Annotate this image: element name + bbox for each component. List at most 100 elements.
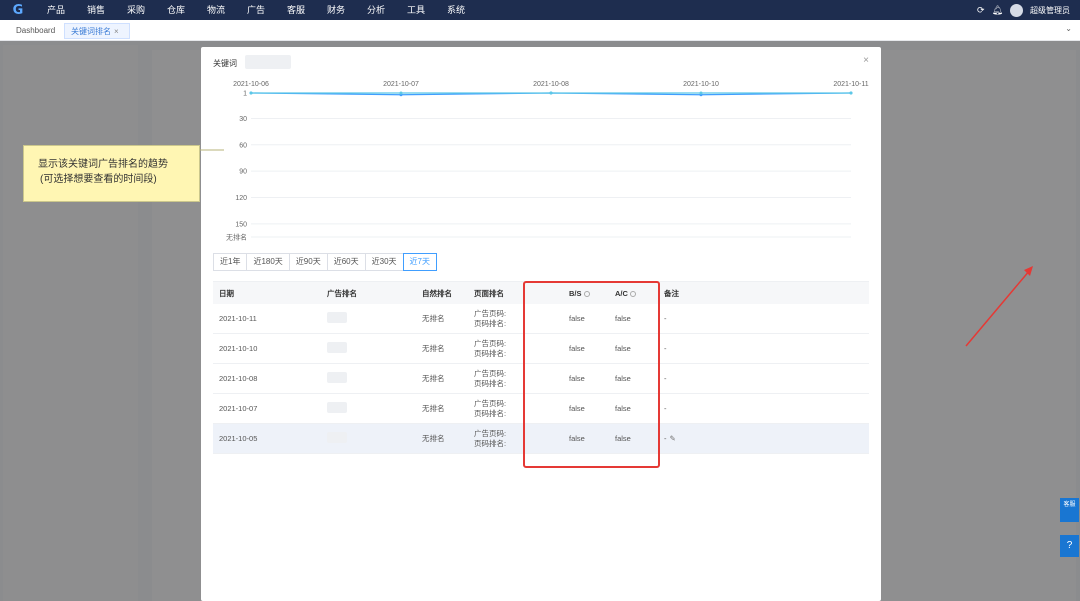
redacted-value — [327, 312, 347, 323]
row-page-line-2: 页码排名: — [474, 408, 507, 418]
menu-item-ads[interactable]: 广告 — [236, 0, 276, 20]
range-tab-60d[interactable]: 近60天 — [326, 253, 366, 271]
time-range-tabs: 近1年 近180天 近90天 近60天 近30天 近7天 — [213, 253, 437, 271]
row-ad-rank — [327, 402, 417, 415]
row-page-line-2: 页码排名: — [474, 378, 507, 388]
menu-item-products[interactable]: 产品 — [36, 0, 76, 20]
row-note: - — [664, 404, 667, 413]
y-tick-label: 150 — [235, 221, 247, 228]
edit-icon[interactable]: ✎ — [670, 434, 676, 443]
range-tab-1y[interactable]: 近1年 — [213, 253, 248, 271]
top-navigation: G 产品 销售 采购 仓库 物流 广告 客服 财务 分析 工具 系统 ⟳ 🔔︎ … — [0, 0, 1080, 20]
trend-callout: 显示该关键词广告排名的趋势 (可选择想要查看的时间段) — [23, 145, 200, 202]
menu-item-logistics[interactable]: 物流 — [196, 0, 236, 20]
redacted-value — [327, 432, 347, 443]
row-date: 2021-10-05 — [219, 434, 258, 443]
y-tick-label: 无排名 — [226, 233, 247, 242]
tab-keyword-ranking[interactable]: 关键词排名 × — [64, 23, 130, 39]
refresh-icon[interactable]: ⟳ — [977, 5, 985, 16]
data-point — [249, 91, 253, 95]
dialog-title: 关键词 — [213, 59, 237, 68]
range-tab-7d[interactable]: 近7天 — [402, 253, 437, 271]
close-icon[interactable]: × — [863, 55, 869, 66]
row-page-line-1: 广告页码: — [474, 368, 507, 378]
column-header-natural-rank: 自然排名 — [422, 288, 452, 298]
row-date: 2021-10-07 — [219, 404, 258, 413]
range-tab-90d[interactable]: 近90天 — [288, 253, 328, 271]
menu-item-purchase[interactable]: 采购 — [116, 0, 156, 20]
menu-item-customer-service[interactable]: 客服 — [276, 0, 316, 20]
y-tick-label: 30 — [239, 116, 247, 123]
y-tick-label: 90 — [239, 169, 247, 176]
row-note: - ✎ — [664, 434, 744, 443]
menu-item-finance[interactable]: 财务 — [316, 0, 356, 20]
ranking-trend-chart: 1 30 60 90 120 150 无排名 2021-10-06 2021-10-07 2021… — [226, 81, 869, 242]
row-ad-rank — [327, 312, 417, 325]
user-name[interactable]: 超级管理员 — [1030, 5, 1070, 16]
callout-line-1: 显示该关键词广告排名的趋势 — [38, 159, 168, 170]
redacted-value — [327, 402, 347, 413]
app-logo[interactable]: G — [0, 0, 36, 20]
x-tick-label: 2021-10-08 — [533, 81, 569, 88]
row-ad-rank — [327, 432, 417, 445]
data-point — [699, 91, 703, 95]
column-header-note: 备注 — [664, 288, 679, 298]
row-page-line-2: 页码排名: — [474, 348, 507, 358]
main-menu: 产品 销售 采购 仓库 物流 广告 客服 财务 分析 工具 系统 — [36, 0, 476, 20]
row-note: - — [664, 314, 667, 323]
row-note: - — [664, 374, 667, 383]
tab-keyword-ranking-label: 关键词排名 — [71, 27, 111, 36]
data-point — [549, 91, 553, 95]
row-ad-rank — [327, 372, 417, 385]
avatar[interactable] — [1010, 3, 1023, 17]
tab-dashboard[interactable]: Dashboard — [10, 23, 61, 39]
headset-icon[interactable]: ? — [1060, 535, 1079, 557]
row-page-line-1: 广告页码: — [474, 428, 507, 438]
x-tick-label: 2021-10-06 — [233, 81, 269, 88]
row-page-line-2: 页码排名: — [474, 438, 507, 448]
y-tick-label: 60 — [239, 142, 247, 149]
dialog-keyword-value — [245, 55, 291, 69]
row-natural-rank: 无排名 — [422, 374, 445, 383]
customer-service-button[interactable]: 客服 — [1060, 498, 1079, 522]
x-tick-label: 2021-10-11 — [833, 81, 868, 88]
logo-mark: G — [12, 2, 24, 18]
row-ad-rank — [327, 342, 417, 355]
callout-line-2: (可选择想要查看的时间段) — [40, 174, 157, 185]
x-tick-label: 2021-10-10 — [683, 81, 719, 88]
rank-columns-highlight — [523, 281, 660, 468]
menu-item-sales[interactable]: 销售 — [76, 0, 116, 20]
chevron-down-icon[interactable]: ⌄ — [1065, 24, 1072, 33]
row-date: 2021-10-08 — [219, 374, 258, 383]
menu-item-system[interactable]: 系统 — [436, 0, 476, 20]
row-page-line-2: 页码排名: — [474, 318, 507, 328]
row-page-line-1: 广告页码: — [474, 308, 507, 318]
menu-item-warehouse[interactable]: 仓库 — [156, 0, 196, 20]
row-note: - — [664, 344, 667, 353]
row-natural-rank: 无排名 — [422, 344, 445, 353]
tab-bar: Dashboard 关键词排名 × ⌄ — [0, 20, 1080, 41]
nav-right-area: ⟳ 🔔︎ 超级管理员 — [977, 0, 1070, 20]
data-point — [399, 91, 403, 95]
bell-icon[interactable]: 🔔︎ — [992, 5, 1003, 16]
data-point — [849, 91, 853, 95]
row-date: 2021-10-10 — [219, 344, 258, 353]
row-natural-rank: 无排名 — [422, 434, 445, 443]
redacted-value — [327, 372, 347, 383]
y-tick-label: 1 — [243, 91, 247, 98]
close-icon[interactable]: × — [114, 27, 119, 36]
range-tab-180d[interactable]: 近180天 — [246, 253, 290, 271]
column-header-ad-rank: 广告排名 — [327, 288, 357, 298]
redacted-value — [327, 342, 347, 353]
menu-item-tools[interactable]: 工具 — [396, 0, 436, 20]
range-tab-30d[interactable]: 近30天 — [364, 253, 404, 271]
keyword-ranking-dialog: 关键词 × 1 30 60 90 120 150 无排名 2021-10-06 2021-10-… — [201, 47, 881, 601]
y-tick-label: 120 — [235, 195, 247, 202]
column-header-date: 日期 — [219, 288, 234, 298]
row-page-line-1: 广告页码: — [474, 338, 507, 348]
row-natural-rank: 无排名 — [422, 404, 445, 413]
menu-item-analytics[interactable]: 分析 — [356, 0, 396, 20]
row-date: 2021-10-11 — [219, 314, 257, 323]
row-natural-rank: 无排名 — [422, 314, 445, 323]
x-tick-label: 2021-10-07 — [383, 81, 419, 88]
